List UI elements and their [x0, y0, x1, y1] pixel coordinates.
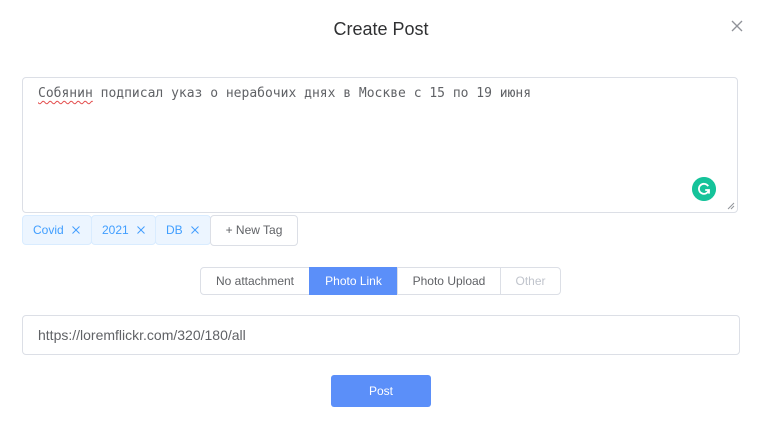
- post-text-rest: подписал указ о нерабочих днях в Москве …: [92, 86, 532, 101]
- tag-label: DB: [166, 223, 183, 237]
- new-tag-button[interactable]: + New Tag: [210, 215, 298, 246]
- tag-db: DB: [155, 215, 211, 245]
- tag-close-icon[interactable]: [71, 226, 80, 234]
- grammarly-icon[interactable]: [692, 177, 716, 201]
- attachment-option-other: Other: [500, 267, 561, 295]
- dialog-title: Create Post: [333, 19, 429, 39]
- misspelled-word: Собянин: [38, 86, 93, 101]
- tag-label: 2021: [102, 223, 129, 237]
- tag-close-icon[interactable]: [190, 226, 199, 234]
- close-icon[interactable]: [730, 19, 744, 33]
- tag-close-icon[interactable]: [136, 226, 145, 234]
- photo-link-input[interactable]: https://loremflickr.com/320/180/all: [22, 315, 740, 355]
- attachment-option-no-attachment[interactable]: No attachment: [200, 267, 310, 295]
- post-text-area[interactable]: Собянин подписал указ о нерабочих днях в…: [22, 77, 738, 213]
- tag-covid: Covid: [22, 215, 92, 245]
- tag-2021: 2021: [91, 215, 156, 245]
- attachment-option-photo-link[interactable]: Photo Link: [309, 267, 398, 295]
- attachment-option-photo-upload[interactable]: Photo Upload: [397, 267, 501, 295]
- post-button[interactable]: Post: [331, 375, 431, 407]
- resize-handle-icon[interactable]: [727, 202, 735, 210]
- tag-label: Covid: [33, 223, 64, 237]
